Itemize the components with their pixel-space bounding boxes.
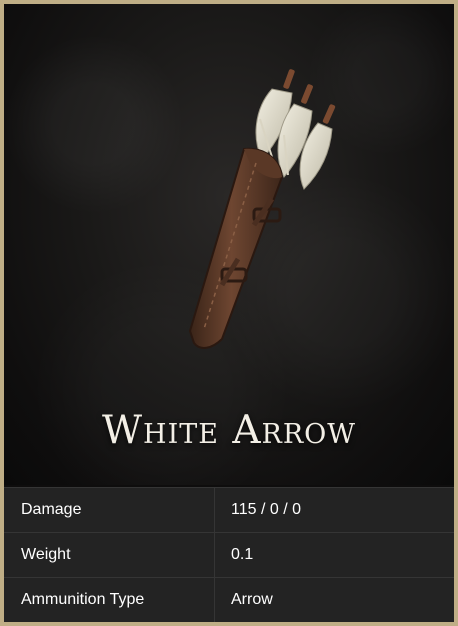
stat-value: 0.1 <box>214 532 454 578</box>
item-title: White Arrow <box>101 408 357 453</box>
stat-value: 115 / 0 / 0 <box>214 487 454 533</box>
item-card: White Arrow Damage 115 / 0 / 0 Weight 0.… <box>0 0 458 626</box>
quiver-with-white-fletched-arrows-icon <box>188 69 336 349</box>
stat-label: Weight <box>4 532 215 578</box>
item-stats-table: Damage 115 / 0 / 0 Weight 0.1 Ammunition… <box>4 487 454 622</box>
table-row: Damage 115 / 0 / 0 <box>4 487 454 533</box>
table-row: Weight 0.1 <box>4 532 454 578</box>
item-artwork: White Arrow <box>4 4 454 485</box>
table-row: Ammunition Type Arrow <box>4 577 454 622</box>
stat-label: Ammunition Type <box>4 577 215 622</box>
stat-label: Damage <box>4 487 215 533</box>
stat-value: Arrow <box>214 577 454 622</box>
